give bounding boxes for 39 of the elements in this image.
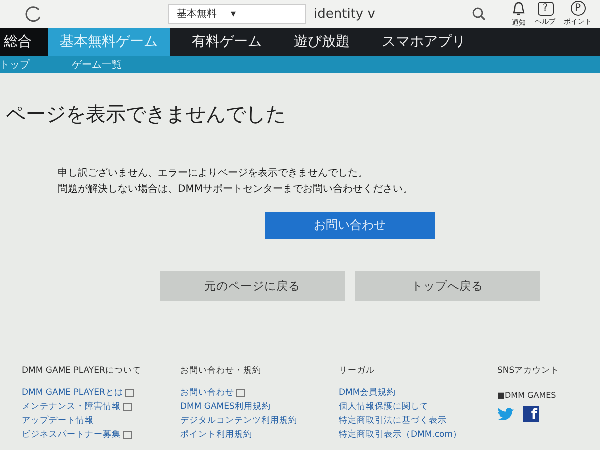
sns-account-name: ■DMM GAMES	[497, 391, 558, 400]
external-link-icon	[123, 431, 132, 439]
footer-link[interactable]: 特定商取引表示（DMM.com）	[338, 429, 462, 441]
category-dropdown[interactable]: 基本無料 ▾	[168, 4, 306, 24]
nav-tab[interactable]: スマホアプリ	[372, 28, 476, 56]
footer-link[interactable]: 特定商取引法に基づく表示	[338, 415, 447, 427]
footer-link[interactable]: ビジネスパートナー募集	[22, 429, 121, 441]
footer-link[interactable]: お問い合わせ	[180, 387, 234, 399]
contact-button[interactable]: お問い合わせ	[265, 212, 435, 239]
footer-link[interactable]: ポイント利用規約	[180, 429, 252, 441]
back-button[interactable]: 元のページに戻る	[160, 271, 345, 301]
footer-link[interactable]: 個人情報保護に関して	[338, 401, 429, 413]
footer-link[interactable]: DMM会員規約	[338, 387, 396, 399]
footer-link[interactable]: デジタルコンテンツ利用規約	[180, 415, 298, 427]
help-icon[interactable]: ?	[538, 2, 554, 16]
search-field[interactable]: identity v	[314, 4, 464, 24]
footer-link[interactable]: アップデート情報	[22, 415, 94, 427]
nav-tab[interactable]: 有料ゲーム	[182, 28, 272, 56]
point-icon[interactable]: P	[570, 1, 586, 16]
bell-icon[interactable]	[511, 0, 527, 16]
footer-link[interactable]: メンテナンス・障害情報	[22, 401, 121, 413]
error-title: ページを表示できませんでした	[6, 101, 287, 128]
footer-link[interactable]: DMM GAME PLAYERとは	[22, 387, 124, 399]
footer-heading: お問い合わせ・規約	[180, 365, 262, 377]
footer-heading: SNSアカウント	[497, 365, 561, 377]
error-message: 問題が解決しない場合は、DMMサポートセンターまでお問い合わせください。	[58, 182, 414, 197]
subnav-link[interactable]: トップ	[0, 58, 30, 72]
footer-heading: DMM GAME PLAYERについて	[22, 365, 142, 377]
error-message: 申し訳ございません、エラーによりページを表示できませんでした。	[58, 166, 369, 181]
search-icon[interactable]	[472, 7, 486, 21]
nav-tab[interactable]: 総合	[0, 28, 48, 56]
bird-icon[interactable]	[497, 406, 516, 422]
footer-link[interactable]: DMM GAMES利用規約	[180, 401, 271, 413]
external-link-icon	[236, 389, 246, 397]
nav-tab[interactable]: 遊び放題	[284, 28, 360, 56]
footer-heading: リーガル	[338, 365, 376, 377]
back-button[interactable]: トップへ戻る	[355, 271, 540, 301]
subnav-link[interactable]: ゲーム一覧	[72, 58, 122, 72]
facebook-icon[interactable]: f	[523, 406, 540, 422]
